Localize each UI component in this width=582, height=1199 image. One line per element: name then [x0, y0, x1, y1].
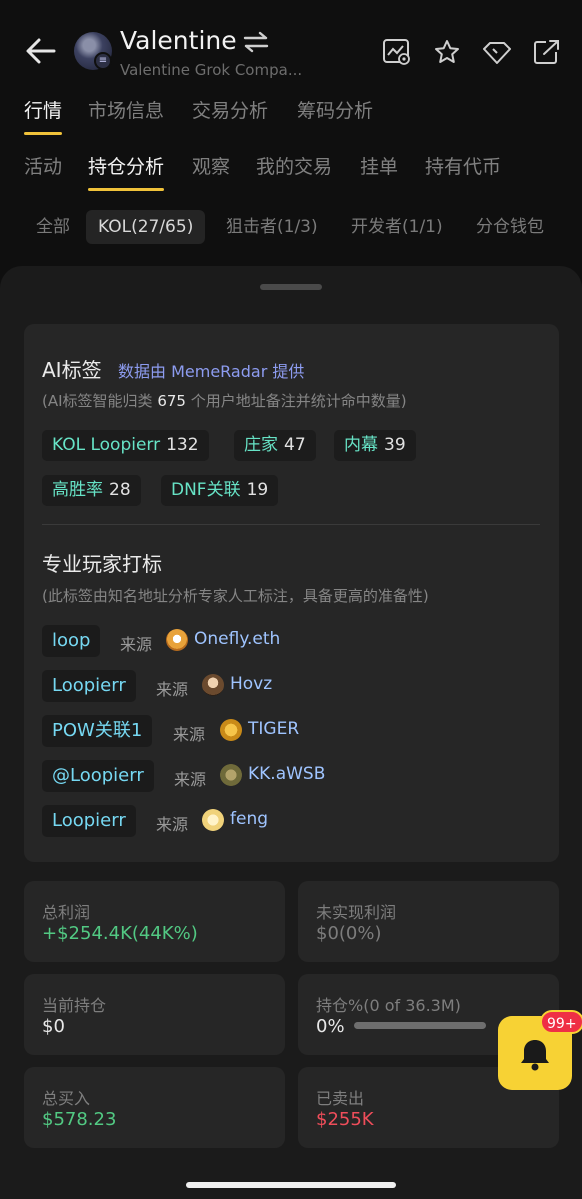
tab-activity[interactable]: 活动	[24, 152, 62, 179]
swap-icon[interactable]	[242, 30, 270, 54]
ai-tag[interactable]: DNF关联 19	[161, 475, 279, 506]
ai-labels-note: (AI标签智能归类 675 个用户地址备注并统计命中数量)	[42, 392, 407, 410]
stat-total-bought: 总买入 $578.23	[24, 1067, 285, 1148]
top-bar: ≡ Valentine Valentine Grok Compa...	[0, 0, 582, 90]
chain-badge-icon: ≡	[94, 52, 112, 70]
source-avatar	[220, 719, 242, 741]
source-label: 来源	[120, 635, 153, 654]
pro-label-row: Loopierr 来源 Hovz	[42, 670, 542, 702]
pro-tag[interactable]: Loopierr	[42, 805, 136, 837]
source-avatar	[202, 809, 224, 831]
ai-labels-title: AI标签	[42, 358, 102, 382]
source-avatar	[220, 764, 242, 786]
source-name[interactable]: feng	[230, 809, 268, 829]
star-icon[interactable]	[432, 38, 462, 66]
back-arrow-icon[interactable]	[24, 36, 58, 66]
stat-label: 持仓%(0 of 36.3M)	[316, 996, 461, 1015]
pro-label-row: @Loopierr 来源 KK.aWSB	[42, 760, 542, 792]
tab-watch[interactable]: 观察	[192, 152, 230, 179]
stat-value: $0	[42, 1016, 65, 1037]
pro-label-row: loop 来源 Onefly.eth	[42, 625, 542, 657]
filter-developer[interactable]: 开发者(1/1)	[339, 210, 455, 244]
stat-value: $255K	[316, 1109, 374, 1130]
stat-label: 总买入	[42, 1089, 91, 1108]
tab-market-info[interactable]: 市场信息	[88, 96, 164, 123]
bottom-sheet: AI标签 数据由 MemeRadar 提供 (AI标签智能归类 675 个用户地…	[0, 266, 582, 1199]
pro-tag[interactable]: @Loopierr	[42, 760, 154, 792]
pro-labels-note: (此标签由知名地址分析专家人工标注，具备更高的准备性)	[42, 587, 429, 605]
tab-my-trades[interactable]: 我的交易	[256, 152, 332, 179]
ai-tag[interactable]: 庄家 47	[234, 430, 316, 461]
labels-card: AI标签 数据由 MemeRadar 提供 (AI标签智能归类 675 个用户地…	[24, 324, 559, 862]
source-label: 来源	[173, 725, 206, 744]
stat-value: 0%	[316, 1016, 345, 1037]
stat-value: $578.23	[42, 1109, 117, 1130]
source-label: 来源	[156, 680, 189, 699]
chart-watch-icon[interactable]	[382, 38, 412, 66]
stat-label: 总利润	[42, 903, 91, 922]
ai-tag[interactable]: KOL Loopierr 132	[42, 430, 209, 461]
token-subtitle: Valentine Grok Compa...	[120, 61, 303, 79]
ai-tag[interactable]: 内幕 39	[334, 430, 416, 461]
source-name[interactable]: Onefly.eth	[194, 629, 280, 649]
share-icon[interactable]	[532, 38, 562, 66]
pro-tag[interactable]: POW关联1	[42, 715, 153, 747]
stat-label: 已卖出	[316, 1089, 365, 1108]
tab-holdings[interactable]: 持有代币	[425, 152, 501, 179]
tab-market[interactable]: 行情	[24, 96, 63, 135]
token-title: Valentine	[120, 26, 237, 55]
source-name[interactable]: KK.aWSB	[248, 764, 325, 784]
section-divider	[42, 524, 540, 525]
filter-split-wallets[interactable]: 分仓钱包	[464, 210, 556, 244]
source-label: 来源	[156, 815, 189, 834]
source-label: 来源	[174, 770, 207, 789]
tab-holding-analysis[interactable]: 持仓分析	[88, 152, 165, 191]
pro-tag[interactable]: loop	[42, 625, 101, 657]
stat-value: $0(0%)	[316, 923, 382, 944]
tab-trade-analysis[interactable]: 交易分析	[192, 96, 268, 123]
sub-tabs: 活动 持仓分析 观察 我的交易 挂单 持有代币	[0, 152, 582, 196]
main-tabs: 行情 市场信息 交易分析 筹码分析	[0, 96, 582, 140]
pro-tag[interactable]: Loopierr	[42, 670, 136, 702]
filter-sniper[interactable]: 狙击者(1/3)	[214, 210, 330, 244]
pro-label-row: POW关联1 来源 TIGER	[42, 715, 542, 747]
pro-labels-title: 专业玩家打标	[42, 552, 162, 576]
filter-all[interactable]: 全部	[24, 210, 82, 244]
stat-total-profit: 总利润 +$254.4K(44K%)	[24, 881, 285, 962]
sheet-drag-handle[interactable]	[260, 284, 322, 290]
source-name[interactable]: Hovz	[230, 674, 272, 694]
source-name[interactable]: TIGER	[248, 719, 299, 739]
source-avatar	[202, 674, 224, 696]
stat-value: +$254.4K(44K%)	[42, 923, 198, 944]
pro-label-row: Loopierr 来源 feng	[42, 805, 542, 837]
tab-orders[interactable]: 挂单	[360, 152, 398, 179]
ai-tag[interactable]: 高胜率 28	[42, 475, 141, 506]
home-indicator	[186, 1182, 396, 1188]
stat-current-holding: 当前持仓 $0	[24, 974, 285, 1055]
source-avatar	[166, 629, 188, 651]
filter-chips: 全部 KOL(27/65) 狙击者(1/3) 开发者(1/1) 分仓钱包	[0, 210, 582, 246]
holding-progress-bar	[354, 1022, 486, 1029]
notification-badge: 99+	[540, 1010, 582, 1034]
stat-label: 当前持仓	[42, 996, 107, 1015]
tab-chip-analysis[interactable]: 筹码分析	[297, 96, 373, 123]
ai-labels-provider[interactable]: 数据由 MemeRadar 提供	[118, 358, 304, 382]
filter-kol[interactable]: KOL(27/65)	[86, 210, 206, 244]
diamond-icon[interactable]	[482, 38, 512, 66]
stat-unrealized-profit: 未实现利润 $0(0%)	[298, 881, 559, 962]
stat-label: 未实现利润	[316, 903, 397, 922]
